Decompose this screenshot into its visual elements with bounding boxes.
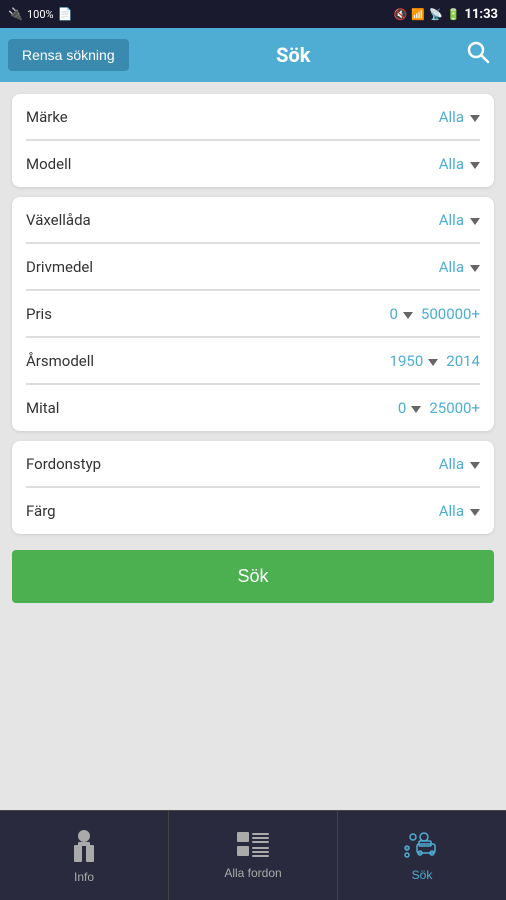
fordonstyp-chevron-icon xyxy=(470,462,480,469)
nav-bar: Rensa sökning Sök xyxy=(0,28,506,82)
list-icon xyxy=(237,832,269,862)
vaxellada-label: Växellåda xyxy=(26,211,91,229)
vaxellada-value: Alla xyxy=(439,211,480,229)
alla-fordon-label: Alla fordon xyxy=(224,866,281,880)
bottom-nav-alla-fordon[interactable]: Alla fordon xyxy=(169,811,338,900)
search-icon[interactable] xyxy=(458,32,498,78)
sim-icon: 📄 xyxy=(58,7,73,21)
farg-value: Alla xyxy=(439,502,480,520)
info-label: Info xyxy=(74,870,94,884)
drivmedel-field-row[interactable]: Drivmedel Alla xyxy=(12,244,494,290)
arsmodell-min-chevron-icon xyxy=(428,359,438,366)
arsmodell-max: 2014 xyxy=(446,352,480,370)
mital-min: 0 xyxy=(398,399,421,417)
bottom-nav-sok[interactable]: Sök xyxy=(338,811,506,900)
battery-full-icon: 100% xyxy=(27,8,54,21)
status-left-icons: 🔌 100% 📄 xyxy=(8,7,73,21)
signal-icon: 📡 xyxy=(429,8,443,21)
mital-range: 0 25000+ xyxy=(398,399,480,417)
farg-field-row[interactable]: Färg Alla xyxy=(12,488,494,534)
marke-field-row[interactable]: Märke Alla xyxy=(12,94,494,140)
modell-chevron-icon xyxy=(470,162,480,169)
fordonstyp-value: Alla xyxy=(439,455,480,473)
pris-field-row[interactable]: Pris 0 500000+ xyxy=(12,291,494,337)
pris-label: Pris xyxy=(26,305,52,323)
pris-min-chevron-icon xyxy=(403,312,413,319)
brand-model-card: Märke Alla Modell Alla xyxy=(12,94,494,187)
arsmodell-label: Årsmodell xyxy=(26,352,94,370)
mital-label: Mital xyxy=(26,399,59,417)
modell-field-row[interactable]: Modell Alla xyxy=(12,141,494,187)
vaxellada-chevron-icon xyxy=(470,218,480,225)
pris-max: 500000+ xyxy=(421,305,480,323)
mute-icon: 🔇 xyxy=(394,8,408,21)
bottom-nav-info[interactable]: Info xyxy=(0,811,169,900)
status-right-icons: 🔇 📶 📡 🔋 11:33 xyxy=(394,7,498,22)
marke-value: Alla xyxy=(439,108,480,126)
pris-range: 0 500000+ xyxy=(389,305,480,323)
bottom-nav: Info Alla fordon xyxy=(0,810,506,900)
battery-icon: 🔋 xyxy=(447,8,461,21)
drivmedel-chevron-icon xyxy=(470,265,480,272)
filters-card: Växellåda Alla Drivmedel Alla Pris xyxy=(12,197,494,431)
mital-max: 25000+ xyxy=(429,399,480,417)
usb-icon: 🔌 xyxy=(8,7,23,21)
farg-chevron-icon xyxy=(470,509,480,516)
arsmodell-range: 1950 2014 xyxy=(390,352,480,370)
sok-label: Sök xyxy=(412,868,433,882)
marke-label: Märke xyxy=(26,108,68,126)
farg-label: Färg xyxy=(26,502,56,520)
main-content: Märke Alla Modell Alla Växellåda xyxy=(0,82,506,810)
arsmodell-field-row[interactable]: Årsmodell 1950 2014 xyxy=(12,338,494,384)
search-car-icon xyxy=(404,830,440,864)
mital-field-row[interactable]: Mital 0 25000+ xyxy=(12,385,494,431)
marke-chevron-icon xyxy=(470,115,480,122)
vaxellada-field-row[interactable]: Växellåda Alla xyxy=(12,197,494,243)
modell-value: Alla xyxy=(439,155,480,173)
person-icon xyxy=(69,828,99,866)
drivmedel-value: Alla xyxy=(439,258,480,276)
fordonstyp-field-row[interactable]: Fordonstyp Alla xyxy=(12,441,494,487)
modell-label: Modell xyxy=(26,155,71,173)
mital-min-chevron-icon xyxy=(411,406,421,413)
nav-title: Sök xyxy=(129,43,458,67)
vehicle-color-card: Fordonstyp Alla Färg Alla xyxy=(12,441,494,534)
drivmedel-label: Drivmedel xyxy=(26,258,93,276)
clear-search-button[interactable]: Rensa sökning xyxy=(8,39,129,71)
search-button-container: Sök xyxy=(12,544,494,609)
fordonstyp-label: Fordonstyp xyxy=(26,455,101,473)
wifi-icon: 📶 xyxy=(411,8,425,21)
pris-min: 0 xyxy=(389,305,412,323)
time-display: 11:33 xyxy=(465,7,499,22)
arsmodell-min: 1950 xyxy=(390,352,439,370)
status-bar: 🔌 100% 📄 🔇 📶 📡 🔋 11:33 xyxy=(0,0,506,28)
search-button[interactable]: Sök xyxy=(12,550,494,603)
